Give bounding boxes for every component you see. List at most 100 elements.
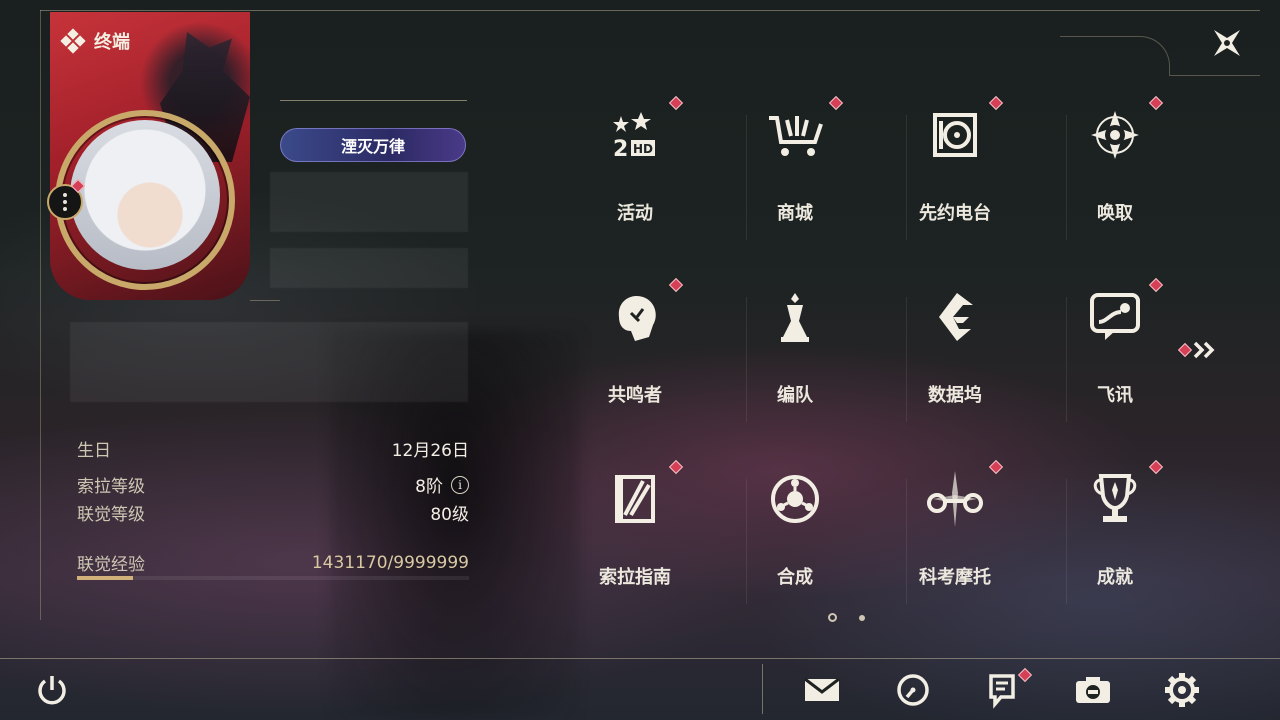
function-badge [1148, 95, 1164, 111]
card-divider [250, 300, 280, 301]
info-row-sol-level: 索拉等级 8阶 i [77, 472, 469, 497]
notice-button[interactable] [982, 670, 1022, 710]
next-page-button[interactable] [1177, 338, 1220, 362]
function-label: 活动 [617, 203, 653, 224]
blurred-id [270, 248, 468, 288]
sol-level-label: 索拉等级 [77, 477, 145, 497]
camera-button[interactable] [1073, 670, 1113, 710]
next-page-badge [1177, 342, 1193, 358]
page-dot-2[interactable] [859, 614, 865, 621]
union-level-label: 联觉等级 [77, 505, 145, 525]
mail-icon [804, 677, 840, 701]
function-label: 成就 [1097, 567, 1133, 588]
function-grid: 2 HD 活动 商城 先约电台 唤取 共鸣者 编队 数据坞 飞讯 索拉指南 合成… [585, 95, 1170, 604]
function-radio[interactable]: 先约电台 [905, 95, 1067, 265]
function-badge [988, 459, 1004, 475]
data-bank-icon [927, 287, 983, 347]
name-underline [280, 100, 467, 101]
function-team[interactable]: 编队 [745, 277, 907, 447]
function-badge [1148, 459, 1164, 475]
function-shop[interactable]: 商城 [745, 95, 907, 265]
function-badge [1148, 277, 1164, 293]
info-icon[interactable]: i [451, 475, 469, 494]
summon-icon [1087, 105, 1143, 165]
frame-corner [1060, 36, 1170, 76]
info-row-birthday: 生日 12月26日 [77, 436, 469, 461]
notice-icon [989, 674, 1015, 709]
synthesis-icon [767, 469, 823, 529]
power-icon [38, 676, 66, 705]
function-label: 编队 [777, 385, 813, 406]
resonator-icon [607, 287, 663, 347]
mail-button[interactable] [802, 670, 842, 710]
info-row-union-level: 联觉等级 80级 [77, 500, 469, 525]
team-icon [767, 287, 823, 347]
function-label: 唤取 [1097, 203, 1133, 224]
clock-button[interactable] [893, 670, 933, 710]
function-label: 飞讯 [1097, 385, 1133, 406]
page-indicator [828, 613, 865, 622]
settings-button[interactable] [1162, 670, 1202, 710]
function-synthesis[interactable]: 合成 [745, 459, 907, 629]
trophy-icon [1087, 469, 1143, 529]
svg-text:2: 2 [613, 137, 628, 162]
blurred-name [270, 172, 468, 232]
function-label: 科考摩托 [919, 567, 991, 588]
function-data-bank[interactable]: 数据坞 [905, 277, 1067, 447]
title-badge[interactable]: 湮灭万律 [280, 128, 466, 162]
svg-text:HD: HD [633, 142, 653, 156]
union-level-value: 80级 [430, 505, 469, 525]
union-exp-label: 联觉经验 [77, 555, 145, 575]
birthday-label: 生日 [77, 441, 111, 461]
sol-level-value: 8阶 [415, 477, 443, 497]
close-icon [1214, 30, 1240, 56]
function-message[interactable]: 飞讯 [1065, 277, 1225, 447]
guide-icon [607, 469, 663, 529]
function-label: 合成 [777, 567, 813, 588]
motorcycle-icon [927, 469, 983, 529]
function-badge [668, 95, 684, 111]
info-row-union-exp: 联觉经验 1431170/9999999 [77, 550, 469, 576]
frame-top-line [40, 10, 1260, 11]
close-button[interactable] [1210, 26, 1244, 60]
function-badge [988, 95, 1004, 111]
frame-right-line [1170, 75, 1260, 76]
bottom-bar-separator [762, 664, 763, 714]
function-event[interactable]: 2 HD 活动 [585, 95, 747, 265]
function-summon[interactable]: 唤取 [1065, 95, 1225, 265]
function-badge [828, 95, 844, 111]
union-exp-value: 1431170/9999999 [311, 552, 469, 573]
blurred-signature [70, 322, 468, 402]
page-dot-1[interactable] [828, 613, 837, 622]
birthday-value: 12月26日 [391, 441, 469, 461]
function-label: 商城 [777, 203, 813, 224]
frame-left-line [40, 10, 41, 620]
radio-icon [927, 105, 983, 165]
avatar[interactable] [70, 120, 220, 270]
event-icon: 2 HD [607, 105, 663, 165]
power-button[interactable] [32, 670, 72, 710]
double-chevron-right-icon [1193, 341, 1215, 359]
function-badge [668, 277, 684, 293]
function-guide[interactable]: 索拉指南 [585, 459, 747, 629]
function-label: 共鸣者 [608, 385, 662, 406]
title-badge-text: 湮灭万律 [340, 137, 405, 156]
clock-icon [897, 674, 929, 706]
function-motorcycle[interactable]: 科考摩托 [905, 459, 1067, 629]
camera-icon [1076, 677, 1110, 703]
function-resonator[interactable]: 共鸣者 [585, 277, 747, 447]
function-label: 先约电台 [919, 203, 991, 224]
union-exp-bar [77, 576, 469, 580]
function-badge [668, 459, 684, 475]
shop-icon [767, 105, 823, 165]
union-exp-fill [77, 576, 134, 580]
bottom-bar-line [0, 658, 1280, 659]
function-trophy[interactable]: 成就 [1065, 459, 1225, 629]
terminal-title-text: 终端 [94, 32, 130, 53]
terminal-title: 终端 [60, 28, 130, 54]
function-label: 索拉指南 [599, 567, 671, 588]
message-icon [1087, 287, 1143, 347]
terminal-diamond-icon [60, 28, 86, 54]
function-label: 数据坞 [928, 385, 982, 406]
settings-icon [1165, 673, 1199, 707]
